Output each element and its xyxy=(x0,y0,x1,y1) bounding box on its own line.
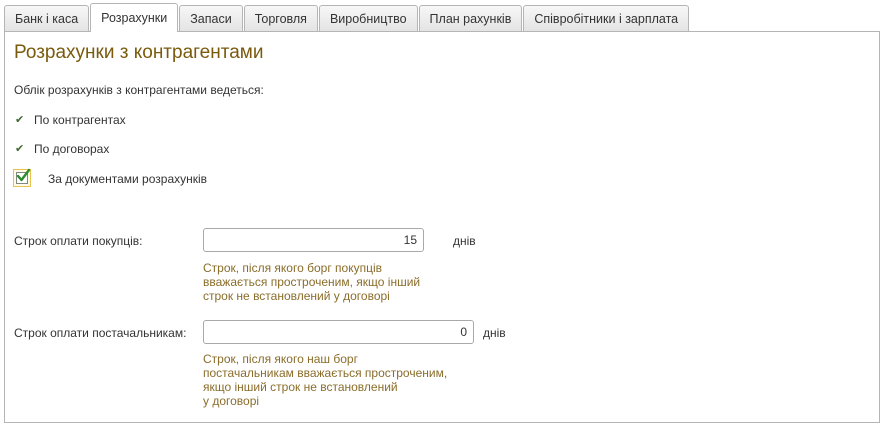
settings-window: Банк і каса Розрахунки Запаси Торговля В… xyxy=(0,0,884,428)
settlements-intro-text: Облік розрахунків з контрагентами ведеть… xyxy=(14,83,264,97)
buyers-term-hint: Строк, після якого борг покупців вважаєт… xyxy=(203,261,421,303)
buyers-term-unit: днів xyxy=(453,234,476,248)
checkmark-icon: ✔ xyxy=(15,114,25,126)
checkmark-icon: ✔ xyxy=(15,143,25,155)
by-documents-checkbox[interactable] xyxy=(13,168,31,187)
tab-settlements[interactable]: Розрахунки xyxy=(90,3,179,32)
option-by-contracts: По договорах xyxy=(34,142,110,156)
suppliers-term-unit: днів xyxy=(483,326,506,340)
tab-inventory[interactable]: Запаси xyxy=(179,5,243,32)
suppliers-term-label: Строк оплати постачальникам: xyxy=(14,326,187,340)
tab-chart-of-accounts[interactable]: План рахунків xyxy=(418,5,523,32)
tab-bar: Банк і каса Розрахунки Запаси Торговля В… xyxy=(4,3,690,32)
tab-production[interactable]: Виробництво xyxy=(318,5,418,32)
suppliers-term-input[interactable]: 0 xyxy=(203,320,474,344)
buyers-term-input[interactable]: 15 xyxy=(203,228,424,252)
tab-employees-and-salary[interactable]: Співробітники і зарплата xyxy=(523,5,690,32)
settlements-panel: Розрахунки з контрагентами Облік розраху… xyxy=(4,31,880,423)
tab-trade[interactable]: Торговля xyxy=(243,5,318,32)
buyers-term-label: Строк оплати покупців: xyxy=(14,234,143,248)
option-by-counterparties: По контрагентах xyxy=(34,113,126,127)
checkbox-checkmark-icon xyxy=(16,168,31,182)
section-title: Розрахунки з контрагентами xyxy=(14,42,264,63)
tab-bank-and-cash[interactable]: Банк і каса xyxy=(4,5,90,32)
suppliers-term-hint: Строк, після якого наш борг постачальник… xyxy=(203,352,448,408)
by-documents-label[interactable]: За документами розрахунків xyxy=(48,172,207,186)
